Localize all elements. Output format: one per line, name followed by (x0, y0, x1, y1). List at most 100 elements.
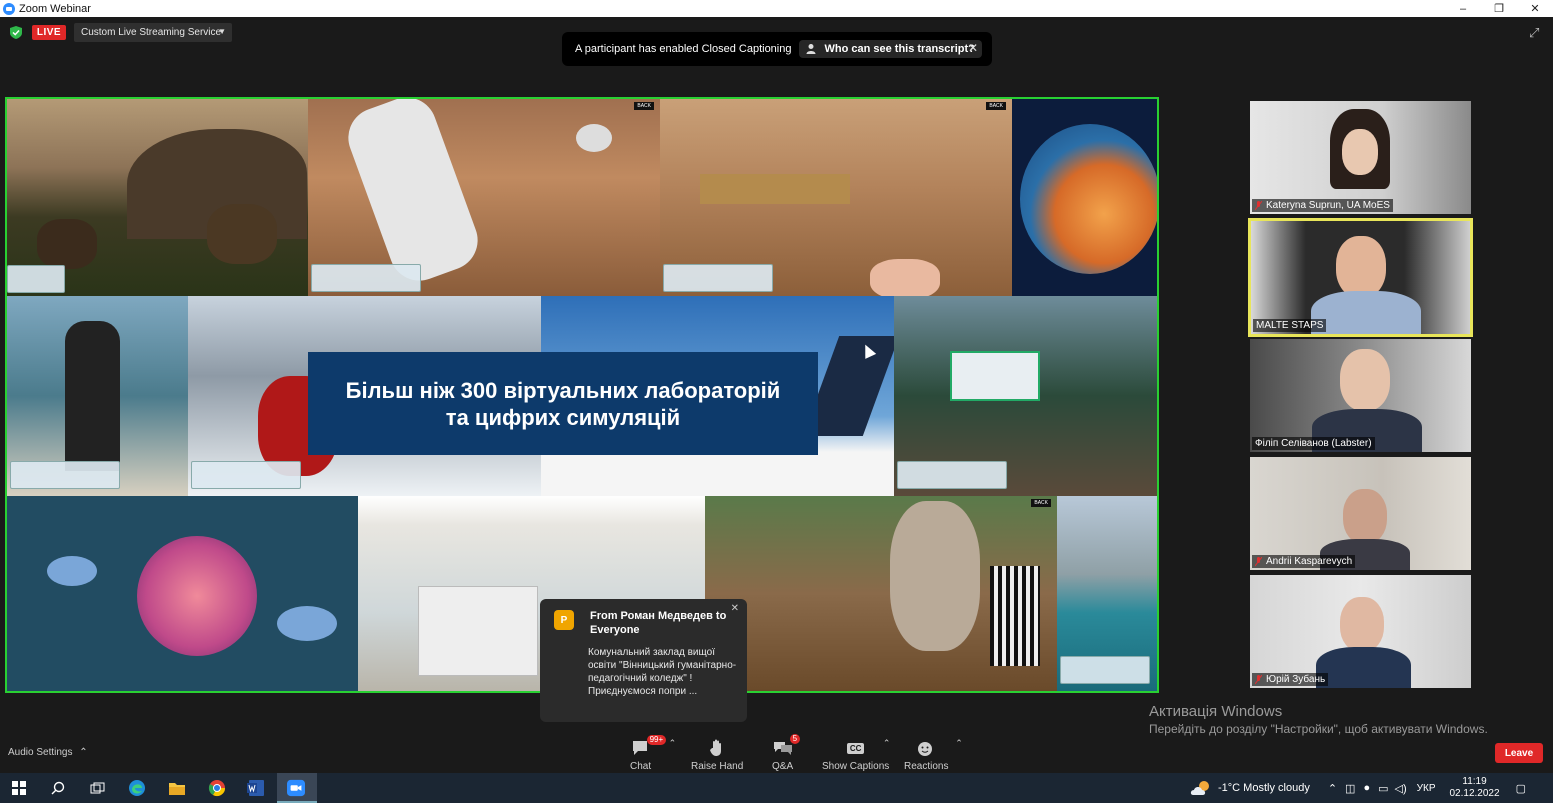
participant-name: Andrii Kasparevych (1266, 556, 1353, 567)
qa-label: Q&A (772, 761, 794, 772)
qa-icon (773, 742, 792, 755)
participant-video[interactable]: Філіп Селіванов (Labster) (1250, 339, 1471, 452)
participant-name-tag: Kateryna Suprun, UA MoES (1252, 199, 1393, 212)
fullscreen-icon[interactable]: ⤢ (1529, 25, 1543, 40)
lab-hud (897, 461, 1007, 489)
cc-notice-text: A participant has enabled Closed Caption… (575, 43, 792, 55)
clock-time: 11:19 (1462, 776, 1487, 787)
participant-name-tag: Філіп Селіванов (Labster) (1252, 437, 1375, 450)
chevron-up-icon[interactable]: ⌃ (669, 738, 677, 749)
participant-name-tag: Юрій Зубань (1252, 673, 1329, 686)
lab-tile-deer (7, 99, 308, 296)
lab-hud (191, 461, 301, 489)
lab-hud (1060, 656, 1150, 684)
audio-settings-button[interactable]: Audio Settings ⌃ (8, 747, 88, 758)
chat-notification[interactable]: P From Роман Медведев to Everyone Комуна… (540, 599, 747, 722)
network-icon[interactable]: ▭ (1378, 782, 1388, 795)
back-button: BACK (986, 102, 1006, 110)
chevron-up-icon[interactable]: ⌃ (883, 738, 891, 749)
chevron-up-icon[interactable]: ⌃ (1328, 782, 1337, 795)
lab-hud (7, 265, 65, 293)
weather-text[interactable]: -1°C Mostly cloudy (1218, 782, 1310, 794)
raise-hand-label: Raise Hand (691, 761, 744, 772)
windows-activation-watermark: Активація Windows Перейдіть до розділу "… (1149, 703, 1488, 736)
chevron-up-icon[interactable]: ⌃ (955, 738, 963, 749)
closed-caption-notice: A participant has enabled Closed Caption… (562, 32, 992, 66)
zoom-logo-icon (3, 2, 15, 15)
muted-mic-icon (1255, 200, 1262, 210)
stream-service-dropdown[interactable]: Custom Live Streaming Service ▼ (74, 23, 232, 42)
reactions-button[interactable]: ⌃ Reactions (904, 738, 963, 772)
sender-avatar: P (554, 610, 574, 630)
raise-hand-button[interactable]: Raise Hand (691, 738, 743, 772)
participant-video[interactable]: Andrii Kasparevych (1250, 457, 1471, 570)
lab-hud (663, 264, 773, 292)
participant-name-tag: Andrii Kasparevych (1252, 555, 1356, 568)
close-icon[interactable]: ✕ (968, 41, 978, 55)
lab-tile-savanna: BACK (705, 496, 1057, 691)
security-shield-icon[interactable] (10, 26, 22, 39)
volume-icon[interactable]: ◁) (1395, 782, 1407, 795)
lab-tile-mars-colony: BACK (660, 99, 1012, 296)
windows-start-icon[interactable] (10, 779, 28, 797)
participant-video[interactable]: Юрій Зубань (1250, 575, 1471, 688)
show-captions-button[interactable]: CC ⌃ Show Captions (822, 738, 891, 772)
back-button: BACK (634, 102, 654, 110)
participant-name: MALTE STAPS (1256, 320, 1324, 331)
chrome-icon[interactable] (208, 779, 226, 797)
language-indicator[interactable]: УКР (1417, 783, 1436, 794)
microphone-icon[interactable]: ● (1363, 782, 1370, 794)
lab-hud (311, 264, 421, 292)
participant-video[interactable]: Kateryna Suprun, UA MoES (1250, 101, 1471, 214)
audio-settings-label: Audio Settings (8, 747, 73, 758)
chevron-down-icon: ▼ (218, 27, 226, 36)
minimize-button[interactable]: – (1445, 0, 1481, 17)
transcript-visibility-link[interactable]: Who can see this transcript? (799, 40, 982, 58)
clock[interactable]: 11:19 02.12.2022 (1450, 776, 1500, 800)
person-icon (806, 44, 816, 54)
close-window-button[interactable]: ✕ (1517, 0, 1553, 17)
notification-icon[interactable]: ▢ (1516, 782, 1526, 795)
lab-hud (10, 461, 120, 489)
participant-video-active-speaker[interactable]: MALTE STAPS (1248, 218, 1473, 337)
transcript-link-label: Who can see this transcript? (824, 43, 975, 55)
participant-name-tag: MALTE STAPS (1253, 319, 1327, 332)
lab-tile-boat-person (7, 296, 188, 496)
muted-mic-icon (1255, 556, 1262, 566)
restore-button[interactable]: ❐ (1481, 0, 1517, 17)
banner-line-2: та цифрих симуляцій (445, 404, 681, 430)
show-captions-label: Show Captions (822, 761, 890, 772)
system-tray: -1°C Mostly cloudy ⌃ ◫ ● ▭ ◁) УКР 11:19 … (1190, 773, 1526, 803)
clock-date: 02.12.2022 (1449, 788, 1500, 799)
file-explorer-icon[interactable] (168, 779, 186, 797)
stream-service-label: Custom Live Streaming Service (81, 27, 222, 38)
chat-button[interactable]: 99+ ⌃ Chat (630, 735, 676, 772)
live-badge: LIVE (32, 25, 66, 40)
lab-tile-forest (894, 296, 1157, 496)
participant-name: Юрій Зубань (1266, 674, 1326, 685)
lab-tile-robot-arm: BACK (308, 99, 660, 296)
qa-button[interactable]: 5 Q&A (772, 734, 801, 772)
task-view-icon[interactable] (88, 779, 106, 797)
slide-title-banner: Більш ніж 300 віртуальних лабораторій та… (308, 352, 818, 455)
back-button: BACK (1031, 499, 1051, 507)
camera-icon[interactable]: ◫ (1345, 782, 1355, 795)
hand-icon (710, 739, 722, 756)
weather-cloudy-icon (1190, 781, 1209, 795)
qa-badge: 5 (789, 734, 801, 744)
reactions-label: Reactions (904, 761, 949, 772)
search-icon[interactable] (49, 779, 67, 797)
chat-sender: From Роман Медведев to Everyone (590, 610, 727, 636)
activation-subtitle: Перейдіть до розділу "Настройки", щоб ак… (1149, 722, 1488, 736)
activation-title: Активація Windows (1149, 703, 1283, 720)
leave-button[interactable]: Leave (1495, 743, 1543, 763)
cc-icon: CC (846, 742, 865, 754)
close-icon[interactable]: ✕ (731, 603, 739, 614)
muted-mic-icon (1255, 674, 1262, 684)
edge-browser-icon[interactable] (128, 779, 146, 797)
banner-line-1: Більш ніж 300 віртуальних лабораторій (345, 377, 781, 403)
word-icon[interactable] (247, 779, 265, 797)
participant-name: Філіп Селіванов (Labster) (1255, 438, 1372, 449)
zoom-app-icon[interactable] (287, 779, 305, 797)
lab-tile-lake (1057, 496, 1157, 691)
